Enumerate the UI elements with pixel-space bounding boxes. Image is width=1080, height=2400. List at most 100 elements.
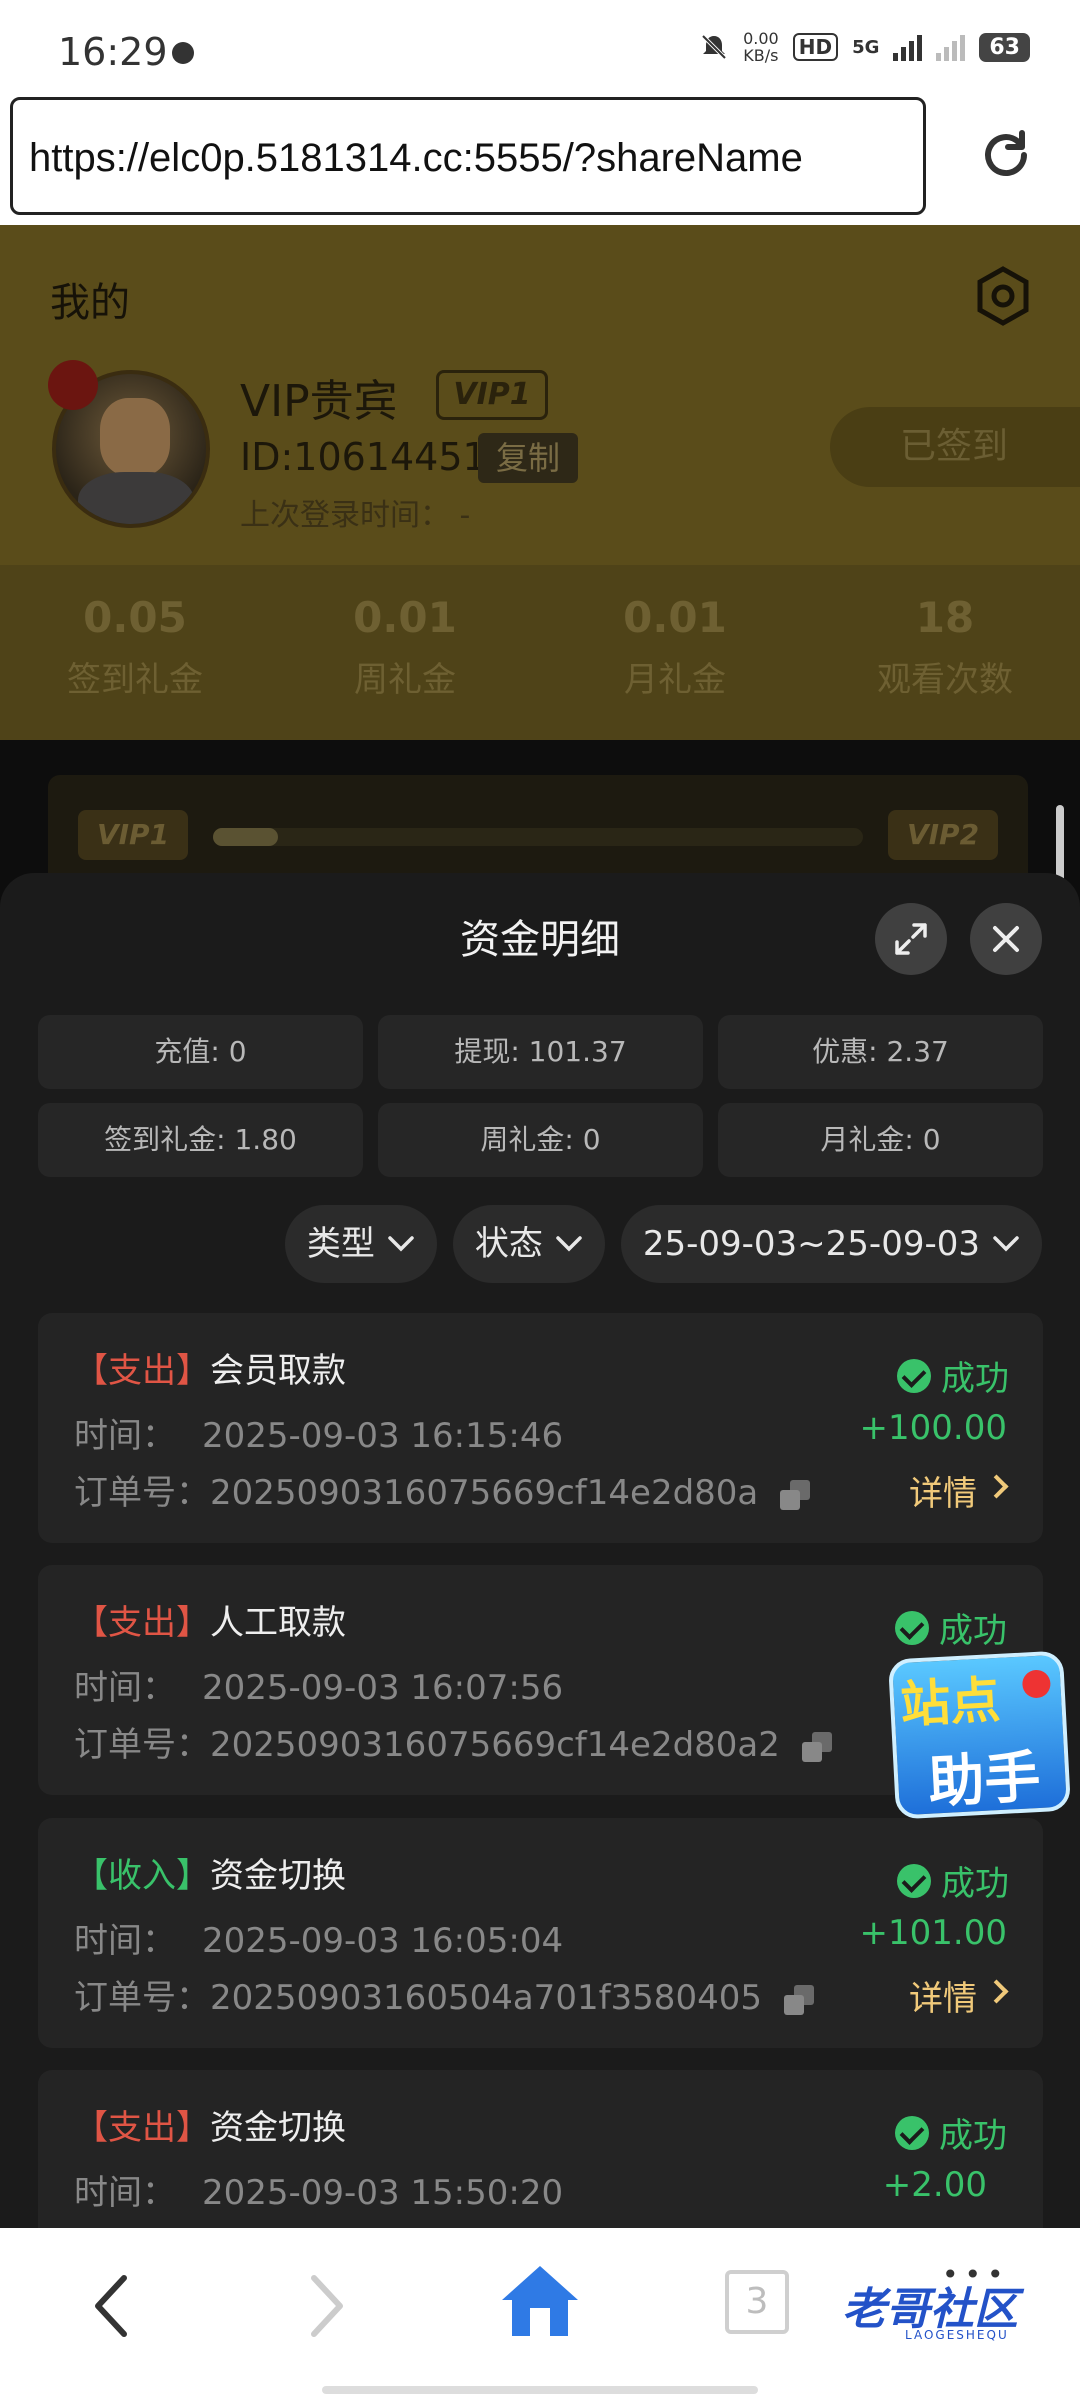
filter-bar: 类型 状态 25-09-03~25-09-03 (284, 1205, 1042, 1283)
summary-discount: 优惠: 2.37 (718, 1015, 1043, 1089)
record-head: 【支出】人工取款 (74, 1595, 346, 1644)
record-order-no: 20250903160504a701f3580405 (210, 1978, 762, 2018)
order-label: 订单号： (74, 1978, 210, 2018)
record-order-row: 订单号：20250903160504a701f3580405 (74, 1970, 814, 2019)
record-title: 资金切换 (210, 1856, 346, 1896)
home-indicator[interactable] (322, 2386, 758, 2394)
status-filter[interactable]: 状态 (452, 1205, 605, 1283)
record-detail-link[interactable]: 详情 (909, 1466, 977, 1515)
chevron-down-icon (556, 1236, 582, 1252)
record-status: 成功 (897, 1351, 1009, 1400)
net-speed: 0.00 KB/s (743, 30, 779, 64)
record-status: 成功 (897, 1856, 1009, 1905)
net-speed-value: 0.00 (743, 29, 779, 48)
time-label: 时间： (74, 2173, 176, 2213)
record-head: 【支出】会员取款 (74, 1343, 346, 1392)
tabs-button[interactable]: 3 (725, 2270, 789, 2334)
flag-icon (48, 360, 98, 410)
reload-icon[interactable] (978, 127, 1034, 183)
back-icon[interactable] (82, 2266, 142, 2346)
record-time-row: 时间： 2025-09-03 16:05:04 (74, 1913, 563, 1962)
copy-icon[interactable] (780, 1479, 811, 1510)
date-range-filter[interactable]: 25-09-03~25-09-03 (620, 1205, 1042, 1283)
stat-value: 0.01 (353, 593, 457, 642)
close-icon (993, 926, 1019, 952)
signal-icon (893, 33, 923, 61)
record-order-no: 2025090316075669cf14e2d80a (210, 1473, 759, 1513)
record-card[interactable]: 【收入】资金切换 时间： 2025-09-03 16:05:04 订单号：2025… (38, 1818, 1043, 2048)
stat-value: 18 (915, 593, 975, 642)
vip-progress-track (213, 828, 863, 846)
settings-icon[interactable] (972, 265, 1034, 327)
summary-withdraw: 提现: 101.37 (378, 1015, 703, 1089)
record-type-tag: 【收入】 (74, 1856, 210, 1896)
record-status-label: 成功 (941, 1864, 1009, 1904)
record-head: 【支出】资金切换 (74, 2100, 346, 2149)
record-type-tag: 【支出】 (74, 1603, 210, 1643)
record-status-label: 成功 (939, 2116, 1007, 2156)
record-time: 2025-09-03 15:50:20 (202, 2173, 564, 2213)
stat-value: 0.05 (83, 593, 187, 642)
record-time-row: 时间： 2025-09-03 16:07:56 (74, 1660, 563, 1709)
stat-monthly-bonus[interactable]: 0.01 月礼金 (540, 565, 810, 740)
record-title: 资金切换 (210, 2108, 346, 2148)
signed-in-button[interactable]: 已签到 (830, 407, 1080, 487)
mute-bell-icon (701, 34, 727, 60)
stat-checkin-bonus[interactable]: 0.05 签到礼金 (0, 565, 270, 740)
stat-label: 周礼金 (354, 660, 456, 700)
fund-details-sheet: 资金明细 充值: 0 提现: 101.37 优惠: 2.37 签到礼金: 1.8… (0, 873, 1080, 2228)
record-amount: +2.00 (882, 2165, 987, 2205)
browser-bottom-nav: 3 ••• 老哥社区 LAOGESHEQU (0, 2228, 1080, 2400)
forward-icon[interactable] (296, 2266, 356, 2346)
record-time: 2025-09-03 16:15:46 (202, 1416, 564, 1456)
close-button[interactable] (970, 903, 1042, 975)
time-label: 时间： (74, 1668, 176, 1708)
stat-label: 观看次数 (877, 660, 1013, 700)
stat-view-count[interactable]: 18 观看次数 (810, 565, 1080, 740)
assistant-badge-icon (1021, 1669, 1052, 1699)
expand-button[interactable] (875, 903, 947, 975)
record-title: 会员取款 (210, 1351, 346, 1391)
record-amount: +101.00 (859, 1913, 1007, 1953)
chevron-down-icon (388, 1236, 414, 1252)
record-detail-link[interactable]: 详情 (909, 1971, 977, 2020)
record-order-row: 订单号：2025090316075669cf14e2d80a2 (74, 1717, 832, 1766)
hd-icon: HD (792, 33, 839, 61)
record-status-label: 成功 (941, 1359, 1009, 1399)
home-icon[interactable] (498, 2260, 582, 2344)
record-card[interactable]: 【支出】会员取款 时间： 2025-09-03 16:15:46 订单号：2025… (38, 1313, 1043, 1543)
signal-secondary-icon (936, 33, 966, 61)
copy-id-button[interactable]: 复制 (478, 433, 578, 483)
stats-row: 0.05 签到礼金 0.01 周礼金 0.01 月礼金 18 观看次数 (0, 565, 1080, 740)
record-time: 2025-09-03 16:07:56 (202, 1668, 564, 1708)
network-type: 5G (852, 36, 880, 58)
record-status-label: 成功 (939, 1611, 1007, 1651)
record-head: 【收入】资金切换 (74, 1848, 346, 1897)
record-time: 2025-09-03 16:05:04 (202, 1921, 564, 1961)
type-filter[interactable]: 类型 (284, 1205, 437, 1283)
url-field[interactable]: https://elc0p.5181314.cc:5555/?shareName (10, 97, 926, 215)
status-icons: 0.00 KB/s HD 5G 63 (699, 30, 1030, 64)
site-assistant-button[interactable]: 站点 助手 (887, 1650, 1072, 1820)
copy-icon[interactable] (801, 1731, 832, 1762)
expand-icon (895, 923, 927, 955)
success-check-icon (895, 2115, 929, 2150)
summary-recharge: 充值: 0 (38, 1015, 363, 1089)
record-status: 成功 (895, 1603, 1007, 1652)
record-time-row: 时间： 2025-09-03 15:50:20 (74, 2165, 563, 2214)
page-title: 我的 (50, 280, 130, 326)
last-login: 上次登录时间： - (240, 498, 471, 533)
record-title: 人工取款 (210, 1603, 346, 1643)
stat-label: 月礼金 (624, 660, 726, 700)
record-order-row: 订单号：2025090316075669cf14e2d80a (74, 1465, 811, 1514)
type-filter-label: 类型 (306, 1224, 375, 1264)
time-label: 时间： (74, 1921, 176, 1961)
status-bar: 16:29 0.00 KB/s HD 5G 63 (0, 0, 1080, 95)
assistant-label-bottom: 助手 (926, 1744, 1043, 1816)
vip-level-next: VIP2 (888, 810, 998, 860)
copy-icon[interactable] (783, 1984, 814, 2015)
record-card[interactable]: 【支出】资金切换 时间： 2025-09-03 15:50:20 成功 +2.00 (38, 2070, 1043, 2228)
stat-weekly-bonus[interactable]: 0.01 周礼金 (270, 565, 540, 740)
net-speed-unit: KB/s (743, 46, 779, 65)
notification-dot-icon (172, 42, 194, 64)
